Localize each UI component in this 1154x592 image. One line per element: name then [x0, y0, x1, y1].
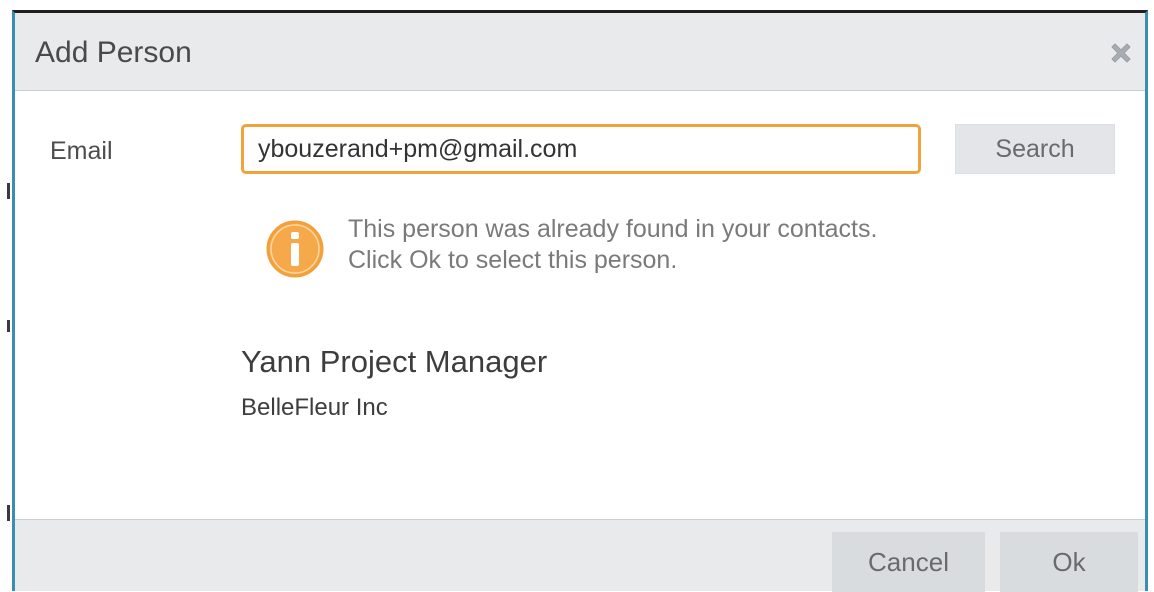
search-button[interactable]: Search [955, 124, 1115, 174]
dialog-title: Add Person [35, 36, 192, 69]
background-edge-mark [7, 183, 10, 199]
ok-button[interactable]: Ok [1000, 532, 1138, 592]
dialog-footer: Cancel Ok [15, 519, 1145, 592]
cancel-button[interactable]: Cancel [832, 532, 985, 592]
person-company: BelleFleur Inc [241, 394, 388, 421]
dialog-body: Email Search This person was already fou… [15, 91, 1145, 519]
info-icon [265, 219, 325, 279]
notice-text: This person was already found in your co… [348, 215, 878, 274]
close-icon[interactable] [1107, 39, 1135, 67]
dialog-header: Add Person [15, 13, 1145, 91]
add-person-dialog: Add Person Email Search This person was … [12, 10, 1148, 592]
email-input[interactable] [241, 124, 921, 174]
person-name: Yann Project Manager [241, 344, 548, 379]
email-label: Email [50, 137, 113, 165]
background-edge-mark [7, 505, 10, 521]
background-edge-mark [7, 320, 10, 332]
